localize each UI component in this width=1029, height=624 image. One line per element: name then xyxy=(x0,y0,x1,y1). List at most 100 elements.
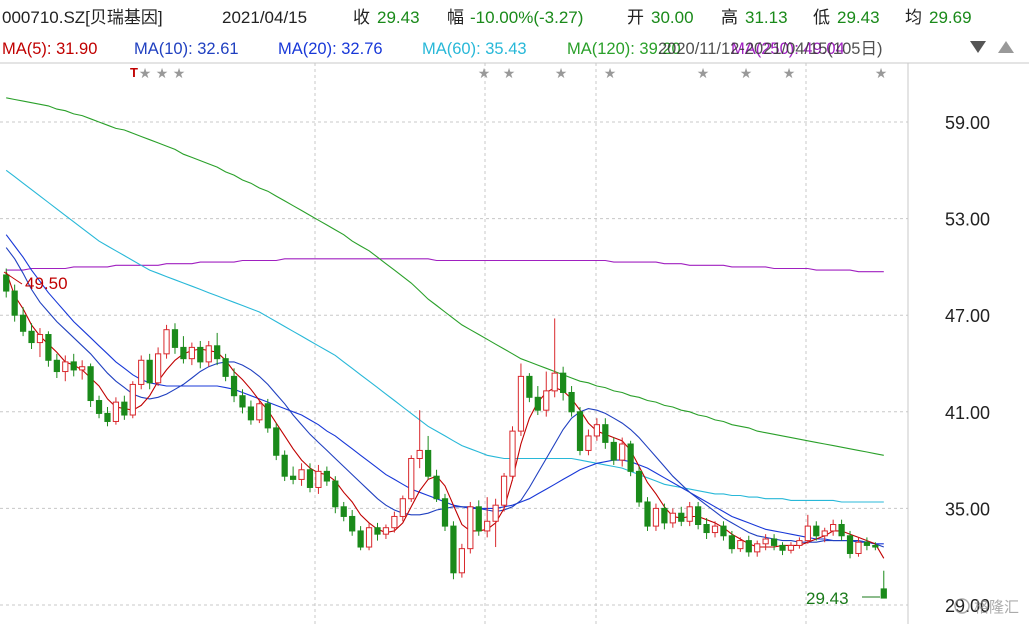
candle-body xyxy=(112,401,120,422)
candle-body xyxy=(340,506,347,517)
candle-body xyxy=(332,480,339,508)
candle-up xyxy=(458,543,465,578)
candle-down xyxy=(450,521,457,580)
candle-body xyxy=(357,530,364,548)
legend-dropdown-icon[interactable] xyxy=(970,41,986,53)
candle-down xyxy=(349,510,356,536)
candle-up xyxy=(796,537,803,549)
candle-down xyxy=(180,336,187,364)
candle-down xyxy=(104,406,111,427)
candle-body xyxy=(289,475,297,480)
stock-code: 000710.SZ[贝瑞基因] xyxy=(2,8,163,27)
candle-up xyxy=(652,503,660,531)
candle-up xyxy=(188,342,195,366)
candle-body xyxy=(770,538,778,546)
candle-down xyxy=(306,463,314,493)
candle-body xyxy=(737,540,744,550)
legend-collapse-icon[interactable] xyxy=(998,41,1014,53)
kline-chart[interactable]: 000710.SZ[贝瑞基因] 2021/04/15 收 29.43 幅 -10… xyxy=(0,0,1029,624)
star-icon: ★ xyxy=(697,65,710,81)
ma-lines-layer xyxy=(5,97,885,559)
candle-down xyxy=(534,386,541,416)
candle-body xyxy=(3,274,10,292)
candle-down xyxy=(374,522,381,541)
candle-body xyxy=(146,359,153,384)
event-markers: T ★ ★ ★ ★ ★ ★ ★ ★ ★ ★ ★ xyxy=(130,65,887,81)
ma-line-ma250 xyxy=(6,258,884,273)
candle-body xyxy=(652,507,660,527)
candle-body xyxy=(703,524,710,534)
candle-body xyxy=(45,334,52,361)
star-icon: ★ xyxy=(875,65,888,81)
open-value: 30.00 xyxy=(651,8,694,27)
candle-up xyxy=(112,397,120,425)
candle-body xyxy=(543,390,550,411)
candle-down xyxy=(264,398,271,433)
candle-body xyxy=(95,400,103,414)
star-icon: ★ xyxy=(604,65,617,81)
candle-body xyxy=(425,449,432,477)
candle-down xyxy=(838,519,845,541)
candle-body xyxy=(796,540,803,546)
avg-label: 均 xyxy=(905,8,922,27)
candle-up xyxy=(669,508,676,528)
candle-body xyxy=(433,475,440,500)
candle-body xyxy=(450,525,457,574)
candle-body xyxy=(458,548,465,574)
candle-body xyxy=(720,525,727,537)
candle-up xyxy=(585,429,592,456)
candle-body xyxy=(87,366,94,402)
candle-body xyxy=(104,412,111,422)
candle-down xyxy=(644,497,651,531)
candle-body xyxy=(408,457,415,500)
candle-body xyxy=(273,427,280,456)
candle-body xyxy=(627,443,634,472)
close-value: 29.43 xyxy=(377,8,420,27)
candle-down xyxy=(627,440,634,477)
candle-up xyxy=(315,464,322,494)
candle-down xyxy=(357,526,364,551)
candle-body xyxy=(492,504,499,522)
candle-down xyxy=(340,501,347,522)
candle-body xyxy=(247,406,255,421)
low-label: 低 xyxy=(813,8,830,27)
candle-up xyxy=(830,519,837,536)
candle-body xyxy=(315,470,322,488)
candle-down xyxy=(568,386,575,417)
candle-body xyxy=(830,524,837,532)
candle-down xyxy=(45,331,52,367)
price-axis: 59.0053.0047.0041.0035.0029.00 xyxy=(945,113,990,616)
star-icon: ★ xyxy=(139,65,152,81)
candle-body xyxy=(568,391,575,413)
candle-body xyxy=(391,515,398,529)
candle-up xyxy=(79,360,86,380)
candle-body xyxy=(11,290,18,316)
candle-body xyxy=(787,544,795,551)
ma-legend: MA(5): 31.90 MA(10): 32.61 MA(20): 32.76… xyxy=(2,40,1014,58)
candle-body xyxy=(534,396,541,411)
candles-layer xyxy=(3,268,887,599)
candle-down xyxy=(863,537,871,551)
star-icon: ★ xyxy=(478,65,491,81)
candle-down xyxy=(289,466,297,485)
candle-body xyxy=(526,375,533,398)
candle-body xyxy=(188,346,195,360)
candle-body xyxy=(205,345,212,363)
candle-body xyxy=(138,359,145,385)
candle-body xyxy=(500,475,508,506)
candle-down xyxy=(576,406,584,456)
candle-body xyxy=(374,527,381,535)
candle-body xyxy=(467,506,474,550)
candle-down xyxy=(745,535,752,557)
low-annotation: 29.43 xyxy=(806,589,849,608)
candle-body xyxy=(256,403,263,421)
candle-body xyxy=(838,524,845,537)
candle-body xyxy=(163,329,170,355)
star-icon: ★ xyxy=(503,65,516,81)
candle-body xyxy=(551,372,558,392)
high-annotation: 49.50 xyxy=(25,274,68,293)
candle-body xyxy=(779,544,786,551)
candle-up xyxy=(365,522,373,551)
candle-up xyxy=(298,463,305,486)
candle-up xyxy=(36,328,44,358)
